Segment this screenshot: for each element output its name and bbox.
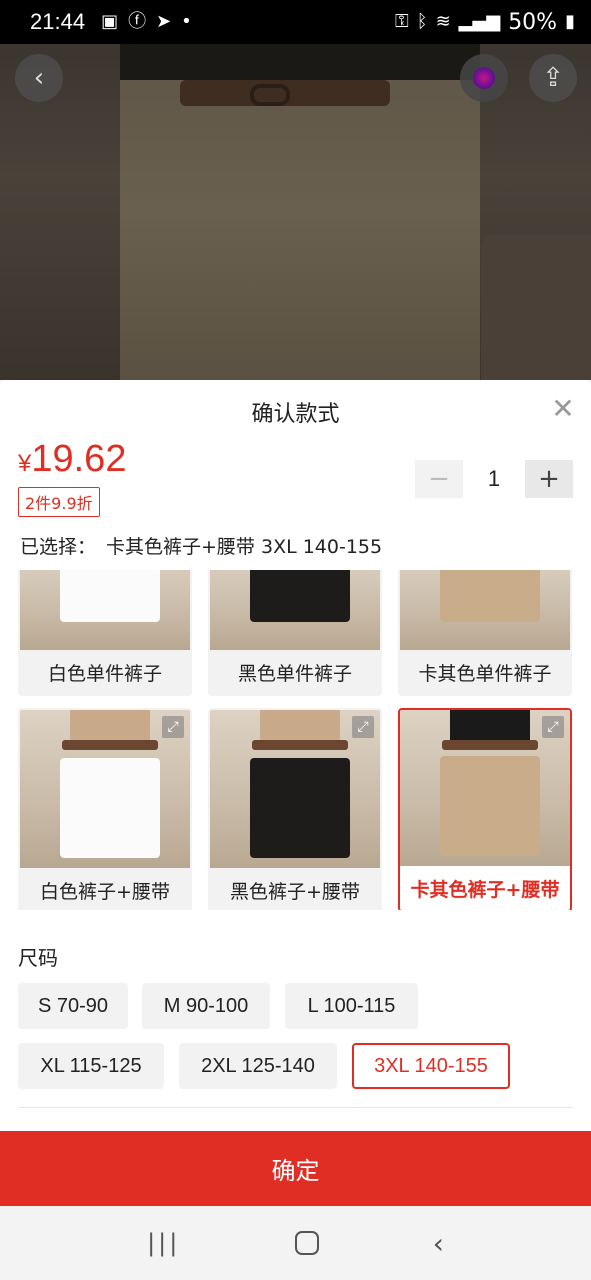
battery-icon: ▮: [565, 11, 575, 32]
short-shape: [440, 756, 540, 856]
variant-thumbnail: ⤢: [20, 710, 190, 868]
sheet-title: 确认款式: [251, 402, 340, 427]
decrease-button[interactable]: −: [415, 460, 463, 498]
variant-thumbnail: [210, 570, 380, 650]
variant-thumbnail: ⤢: [400, 710, 570, 866]
telegram-icon: ➤: [156, 11, 172, 32]
size-section-title: 尺码: [18, 946, 58, 970]
shirt-shape: [450, 710, 530, 740]
variant-thumbnail: [20, 570, 190, 650]
notification-dot-icon: •: [181, 11, 192, 32]
increase-button[interactable]: +: [525, 460, 573, 498]
variant-option[interactable]: 白色单件裤子: [18, 570, 192, 696]
quantity-stepper: − 1 +: [415, 460, 573, 498]
share-icon: ⇪: [542, 63, 564, 93]
system-nav-bar: ||| ‹: [0, 1206, 591, 1280]
expand-icon[interactable]: ⤢: [542, 716, 564, 738]
shirt-shape: [70, 710, 150, 740]
key-icon: ⚿: [395, 11, 409, 32]
back-button[interactable]: ‹: [15, 54, 63, 102]
bluetooth-icon: ᛒ: [416, 11, 428, 32]
variant-label: 白色裤子+腰带: [40, 880, 170, 903]
currency-symbol: ¥: [18, 450, 32, 477]
size-option[interactable]: M 90-100: [142, 983, 270, 1029]
size-option[interactable]: 2XL 125-140: [179, 1043, 337, 1089]
wifi-icon: ≋: [435, 11, 451, 32]
battery-text: 50%: [508, 9, 558, 35]
short-shape: [60, 758, 160, 858]
status-bar: 21:44 ▣ ⓕ ➤ • ⚿ ᛒ ≋ ▂▄▆ 50% ▮: [0, 0, 591, 44]
recent-apps-icon[interactable]: |||: [147, 1229, 180, 1257]
variant-label: 黑色单件裤子: [237, 662, 352, 685]
variant-label: 卡其色裤子+腰带: [410, 878, 560, 901]
selected-summary: 已选择： 卡其色裤子+腰带 3XL 140-155: [20, 532, 382, 559]
selected-value: 卡其色裤子+腰带 3XL 140-155: [106, 536, 383, 558]
variant-option-selected[interactable]: ⤢ 卡其色裤子+腰带: [398, 708, 572, 910]
facebook-icon: ⓕ: [128, 11, 147, 32]
live-dot-icon: [473, 67, 495, 89]
expand-icon[interactable]: ⤢: [162, 716, 184, 738]
belt-shape: [62, 740, 158, 750]
size-option[interactable]: S 70-90: [18, 983, 128, 1029]
signal-icon: ▂▄▆: [458, 11, 501, 32]
gallery-icon: ▣: [101, 11, 119, 32]
variant-option[interactable]: ⤢ 白色裤子+腰带: [18, 708, 192, 910]
back-nav-icon[interactable]: ‹: [433, 1227, 444, 1260]
live-button[interactable]: [460, 54, 508, 102]
expand-icon[interactable]: ⤢: [352, 716, 374, 738]
price-value: 19.62: [31, 438, 127, 480]
size-option-selected[interactable]: 3XL 140-155: [352, 1043, 510, 1089]
sku-selection-sheet: 确认款式 ✕ ¥19.62 2件9.9折 − 1 + 已选择： 卡其色裤子+腰带 …: [0, 380, 591, 1206]
hero-shirt-shape: [120, 44, 480, 80]
short-shape: [250, 570, 350, 622]
size-option[interactable]: L 100-115: [285, 983, 418, 1029]
variant-thumbnail: [400, 570, 570, 650]
variant-label: 卡其色单件裤子: [418, 662, 552, 685]
variant-thumbnail: ⤢: [210, 710, 380, 868]
hero-buckle-shape: [250, 84, 290, 106]
home-icon[interactable]: [294, 1231, 319, 1255]
belt-shape: [442, 740, 538, 750]
promo-badge: 2件9.9折: [18, 487, 100, 517]
variant-label: 黑色裤子+腰带: [230, 880, 360, 903]
short-shape: [250, 758, 350, 858]
belt-shape: [252, 740, 348, 750]
share-button[interactable]: ⇪: [529, 54, 577, 102]
product-hero-image: ‹ ⇪: [0, 44, 591, 380]
selected-prefix: 已选择：: [20, 536, 97, 558]
hero-chair-shape: [481, 234, 591, 380]
variant-option[interactable]: 卡其色单件裤子: [398, 570, 572, 696]
variant-label: 白色单件裤子: [47, 662, 162, 685]
divider: [18, 1107, 573, 1108]
shirt-shape: [260, 710, 340, 740]
short-shape: [440, 570, 540, 622]
status-time: 21:44: [30, 9, 86, 34]
size-option[interactable]: XL 115-125: [18, 1043, 164, 1089]
close-icon[interactable]: ✕: [550, 395, 576, 423]
variant-option[interactable]: 黑色单件裤子: [208, 570, 382, 696]
variant-option[interactable]: ⤢ 黑色裤子+腰带: [208, 708, 382, 910]
variant-grid: 白色单件裤子 黑色单件裤子 卡其色单件裤子 ⤢ 白色裤子+腰带 ⤢ 黑色裤子+腰…: [0, 570, 591, 910]
quantity-value[interactable]: 1: [463, 466, 525, 492]
chevron-left-icon: ‹: [33, 63, 45, 93]
short-shape: [60, 570, 160, 622]
price: ¥19.62: [18, 438, 126, 481]
confirm-button[interactable]: 确定: [0, 1131, 591, 1206]
